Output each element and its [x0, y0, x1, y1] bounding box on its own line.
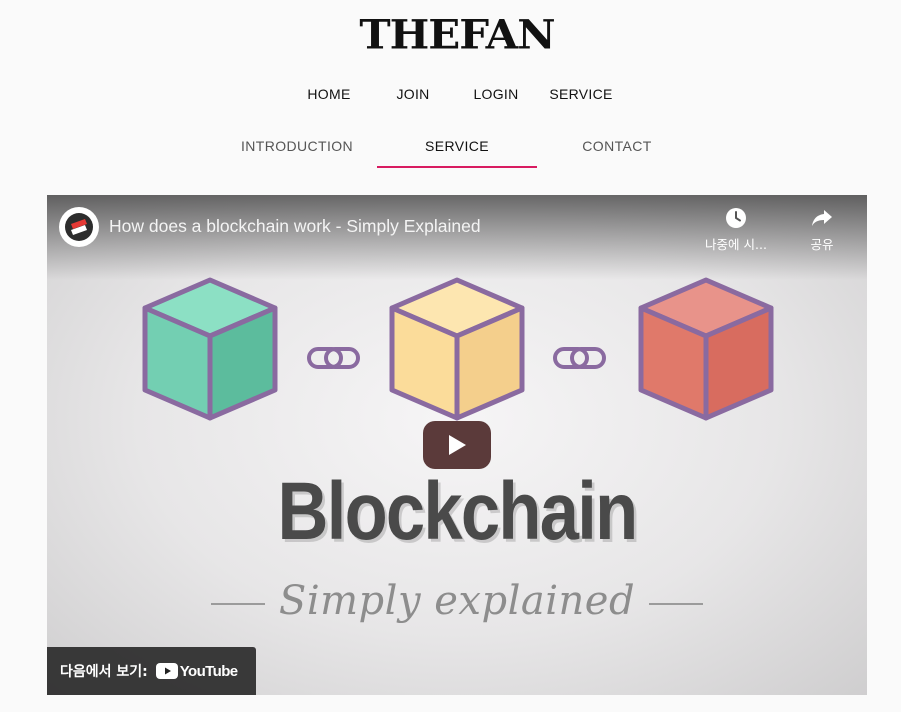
- tab-introduction[interactable]: INTRODUCTION: [217, 138, 377, 168]
- chain-link-icon: [307, 347, 360, 369]
- channel-avatar[interactable]: [59, 207, 99, 247]
- youtube-logo: YouTube: [155, 662, 238, 680]
- clock-icon: [726, 208, 746, 228]
- channel-logo-icon: [65, 213, 93, 241]
- chain-link-icon: [553, 347, 606, 369]
- watch-later-label: 나중에 시...: [705, 237, 767, 252]
- share-label: 공유: [810, 237, 834, 252]
- youtube-video-embed[interactable]: Blockchain Simply explained How does a b…: [47, 195, 867, 695]
- video-title[interactable]: How does a blockchain work - Simply Expl…: [109, 216, 481, 237]
- subtitle-dash-left: [210, 603, 265, 605]
- nav-login-link[interactable]: LOGIN: [456, 86, 536, 102]
- subtitle-dash-right: [649, 603, 704, 605]
- play-icon: [449, 435, 466, 455]
- thumbnail-subtitle: Simply explained: [47, 578, 867, 624]
- site-logo[interactable]: THEFAN: [0, 11, 901, 58]
- thumbnail-title: Blockchain: [277, 466, 638, 557]
- tab-service[interactable]: SERVICE: [377, 138, 537, 168]
- sub-navigation: INTRODUCTION SERVICE CONTACT: [217, 138, 697, 168]
- play-button[interactable]: [423, 421, 491, 469]
- page: THEFAN HOME JOIN LOGIN SERVICE INTRODUCT…: [0, 0, 901, 712]
- nav-home-link[interactable]: HOME: [288, 86, 370, 102]
- yellow-block-icon: [389, 277, 525, 421]
- share-button[interactable]: 공유: [782, 207, 862, 253]
- nav-service-link[interactable]: SERVICE: [536, 86, 626, 102]
- youtube-play-icon: [155, 663, 178, 679]
- share-arrow-icon: [812, 210, 832, 226]
- top-navigation: HOME JOIN LOGIN SERVICE: [0, 86, 901, 102]
- tab-contact[interactable]: CONTACT: [537, 138, 697, 168]
- watch-on-youtube-button[interactable]: 다음에서 보기: YouTube: [47, 647, 256, 695]
- nav-join-link[interactable]: JOIN: [370, 86, 456, 102]
- thumbnail-subtitle-text: Simply explained: [278, 578, 636, 624]
- youtube-wordmark: YouTube: [179, 662, 238, 680]
- green-block-icon: [142, 277, 278, 421]
- red-block-icon: [638, 277, 774, 421]
- watch-later-button[interactable]: 나중에 시...: [696, 207, 776, 253]
- watch-on-label: 다음에서 보기:: [60, 664, 148, 680]
